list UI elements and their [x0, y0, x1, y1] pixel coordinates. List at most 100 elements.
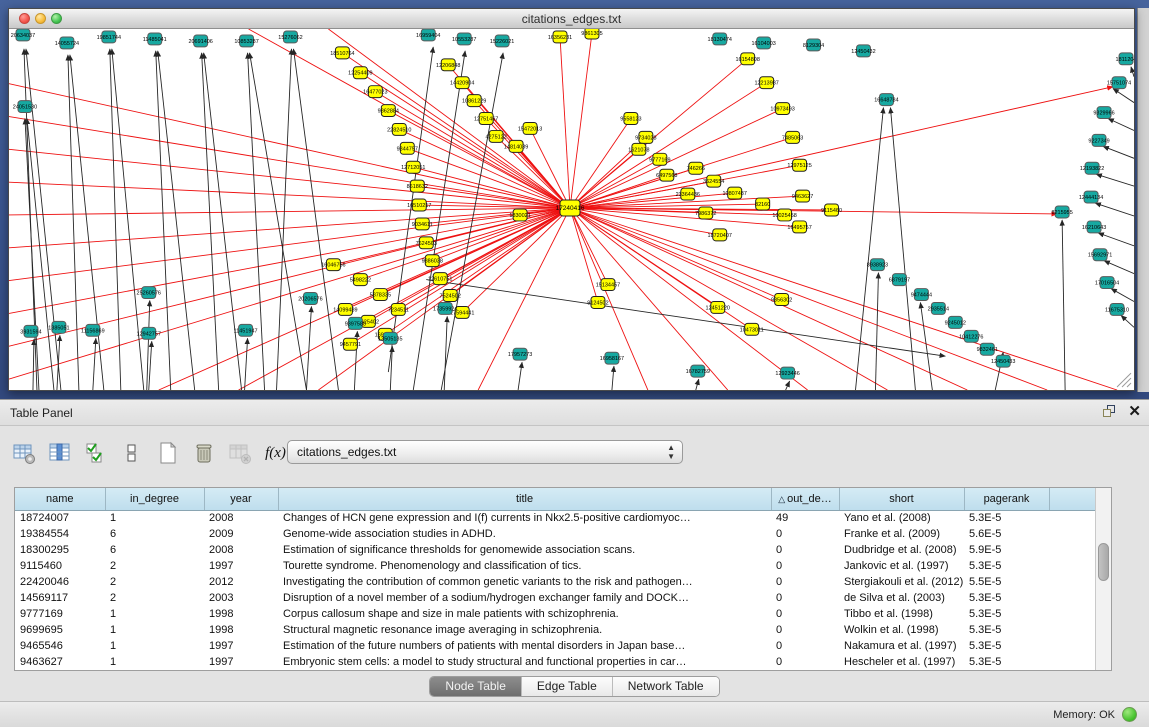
- table-settings-icon[interactable]: [10, 438, 37, 468]
- graph-edge[interactable]: [696, 379, 699, 390]
- graph-edge[interactable]: [159, 208, 570, 390]
- graph-edge[interactable]: [1103, 146, 1134, 158]
- table-cell[interactable]: 5.3E-5: [964, 654, 1049, 670]
- graph-edge[interactable]: [1131, 67, 1134, 77]
- table-cell[interactable]: [1049, 574, 1097, 590]
- table-cell[interactable]: Hescheler et al. (1997): [839, 654, 964, 670]
- table-row[interactable]: 911546021997Tourette syndrome. Phenomeno…: [15, 558, 1097, 574]
- graph-edge[interactable]: [890, 108, 915, 390]
- graph-edge[interactable]: [26, 49, 61, 390]
- table-cell[interactable]: 1: [105, 606, 204, 622]
- table-cell[interactable]: Yano et al. (2008): [839, 510, 964, 526]
- column-header-year[interactable]: year: [204, 488, 278, 510]
- graph-edge[interactable]: [1098, 233, 1134, 246]
- table-cell[interactable]: 18300295: [15, 542, 105, 558]
- graph-edge[interactable]: [570, 33, 592, 208]
- network-canvas[interactable]: 1851076412254409164770239862884228245109…: [9, 29, 1134, 390]
- table-cell[interactable]: 5.3E-5: [964, 558, 1049, 574]
- graph-edge[interactable]: [110, 49, 121, 390]
- table-cell[interactable]: 0: [771, 526, 839, 542]
- table-cell[interactable]: 1997: [204, 654, 278, 670]
- table-cell[interactable]: [1049, 558, 1097, 574]
- table-cell[interactable]: [1049, 510, 1097, 526]
- graph-edge[interactable]: [786, 381, 790, 390]
- graph-edge[interactable]: [1096, 174, 1134, 186]
- table-cell[interactable]: Jankovic et al. (1997): [839, 558, 964, 574]
- tab-edge-table[interactable]: Edge Table: [522, 677, 613, 696]
- graph-edge[interactable]: [277, 49, 292, 390]
- table-row[interactable]: 946362711997Embryonic stem cells: a mode…: [15, 654, 1097, 670]
- table-cell[interactable]: 9699695: [15, 622, 105, 638]
- graph-edge[interactable]: [202, 53, 219, 390]
- table-cell[interactable]: [1049, 542, 1097, 558]
- graph-edge[interactable]: [249, 29, 570, 208]
- table-mode-icon[interactable]: [118, 438, 145, 468]
- table-cell[interactable]: 9777169: [15, 606, 105, 622]
- table-cell[interactable]: 5.5E-5: [964, 574, 1049, 590]
- graph-edge[interactable]: [70, 55, 104, 390]
- delete-column-icon[interactable]: [190, 438, 217, 468]
- table-cell[interactable]: 2008: [204, 542, 278, 558]
- table-cell[interactable]: 0: [771, 574, 839, 590]
- table-cell[interactable]: [1049, 622, 1097, 638]
- table-cell[interactable]: 1997: [204, 638, 278, 654]
- graph-edge[interactable]: [57, 335, 60, 390]
- table-cell[interactable]: Nakamura et al. (1997): [839, 638, 964, 654]
- graph-edge[interactable]: [68, 55, 79, 390]
- table-row[interactable]: 2242004622012Investigating the contribut…: [15, 574, 1097, 590]
- table-cell[interactable]: 0: [771, 606, 839, 622]
- graph-edge[interactable]: [462, 208, 570, 312]
- table-cell[interactable]: 22420046: [15, 574, 105, 590]
- graph-edge[interactable]: [426, 280, 945, 357]
- graph-edge[interactable]: [560, 37, 570, 208]
- column-header-in_degree[interactable]: in_degree: [105, 488, 204, 510]
- table-cell[interactable]: 49: [771, 510, 839, 526]
- table-cell[interactable]: 0: [771, 558, 839, 574]
- table-cell[interactable]: 1998: [204, 606, 278, 622]
- table-cell[interactable]: 9115460: [15, 558, 105, 574]
- table-cell[interactable]: [1049, 590, 1097, 606]
- table-cell[interactable]: 6: [105, 542, 204, 558]
- table-cell[interactable]: 1: [105, 638, 204, 654]
- graph-edge[interactable]: [1121, 315, 1134, 327]
- table-cell[interactable]: 1: [105, 654, 204, 670]
- graph-edge[interactable]: [112, 49, 144, 390]
- table-cell[interactable]: Tourette syndrome. Phenomenology and cla…: [278, 558, 771, 574]
- table-cell[interactable]: 0: [771, 622, 839, 638]
- table-selector-dropdown[interactable]: citations_edges.txt ▲▼: [287, 440, 683, 464]
- table-cell[interactable]: 5.3E-5: [964, 638, 1049, 654]
- table-row[interactable]: 1872400712008Changes of HCN gene express…: [15, 510, 1097, 526]
- table-row[interactable]: 1830029562008Estimation of significance …: [15, 542, 1097, 558]
- column-header-name[interactable]: name: [15, 488, 105, 510]
- table-cell[interactable]: Corpus callosum shape and size in male p…: [278, 606, 771, 622]
- table-cell[interactable]: 0: [771, 542, 839, 558]
- table-cell[interactable]: 6: [105, 526, 204, 542]
- graph-edge[interactable]: [293, 49, 338, 390]
- graph-edge[interactable]: [1113, 89, 1134, 103]
- table-cell[interactable]: Embryonic stem cells: a model to study s…: [278, 654, 771, 670]
- network-window-titlebar[interactable]: citations_edges.txt: [9, 9, 1134, 29]
- tab-node-table[interactable]: Node Table: [430, 677, 522, 696]
- table-vertical-scrollbar[interactable]: [1095, 488, 1111, 670]
- column-header-short[interactable]: short: [839, 488, 964, 510]
- table-cell[interactable]: de Silva et al. (2003): [839, 590, 964, 606]
- graph-edge[interactable]: [9, 208, 570, 379]
- table-cell[interactable]: 19384554: [15, 526, 105, 542]
- table-row[interactable]: 1456911722003Disruption of a novel membe…: [15, 590, 1097, 606]
- table-cell[interactable]: Disruption of a novel member of a sodium…: [278, 590, 771, 606]
- graph-edge[interactable]: [1062, 220, 1065, 390]
- graph-edge[interactable]: [444, 316, 447, 390]
- table-cell[interactable]: 0: [771, 638, 839, 654]
- graph-edge[interactable]: [149, 341, 152, 390]
- graph-edge[interactable]: [570, 208, 1047, 390]
- table-row[interactable]: 977716911998Corpus callosum shape and si…: [15, 606, 1097, 622]
- table-cell[interactable]: Tibbo et al. (1998): [839, 606, 964, 622]
- graph-edge[interactable]: [1111, 289, 1134, 302]
- table-cell[interactable]: Estimation of the future numbers of pati…: [278, 638, 771, 654]
- graph-edge[interactable]: [875, 273, 878, 390]
- table-cell[interactable]: 1: [105, 510, 204, 526]
- table-cell[interactable]: 2: [105, 574, 204, 590]
- table-cell[interactable]: [1049, 654, 1097, 670]
- table-cell[interactable]: 9465546: [15, 638, 105, 654]
- table-cell[interactable]: 18724007: [15, 510, 105, 526]
